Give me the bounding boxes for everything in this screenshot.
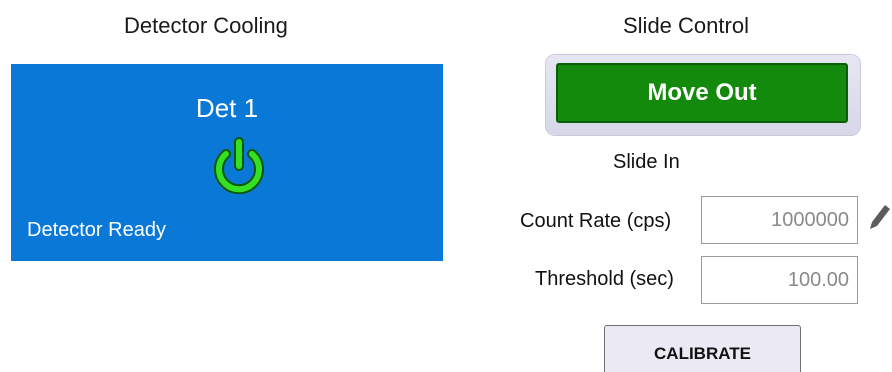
threshold-input[interactable]: [701, 256, 858, 304]
move-button-frame: Move Out: [546, 55, 860, 135]
detector-tile[interactable]: Det 1 Detector Ready: [11, 64, 443, 261]
calibrate-button[interactable]: CALIBRATE: [604, 325, 801, 372]
slide-state-label: Slide In: [613, 151, 680, 173]
power-icon[interactable]: [207, 135, 271, 199]
slide-control-title: Slide Control: [623, 13, 749, 38]
count-rate-label: Count Rate (cps): [520, 210, 672, 232]
app-root: Detector Cooling Slide Control Det 1 Det…: [0, 0, 892, 372]
detector-status: Detector Ready: [27, 219, 166, 241]
detector-cooling-title: Detector Cooling: [124, 13, 288, 38]
detector-name: Det 1: [195, 93, 259, 123]
pencil-icon[interactable]: [869, 202, 892, 230]
count-rate-input[interactable]: [701, 196, 858, 244]
threshold-label: Threshold (sec): [535, 268, 674, 290]
move-out-button[interactable]: Move Out: [556, 63, 848, 123]
